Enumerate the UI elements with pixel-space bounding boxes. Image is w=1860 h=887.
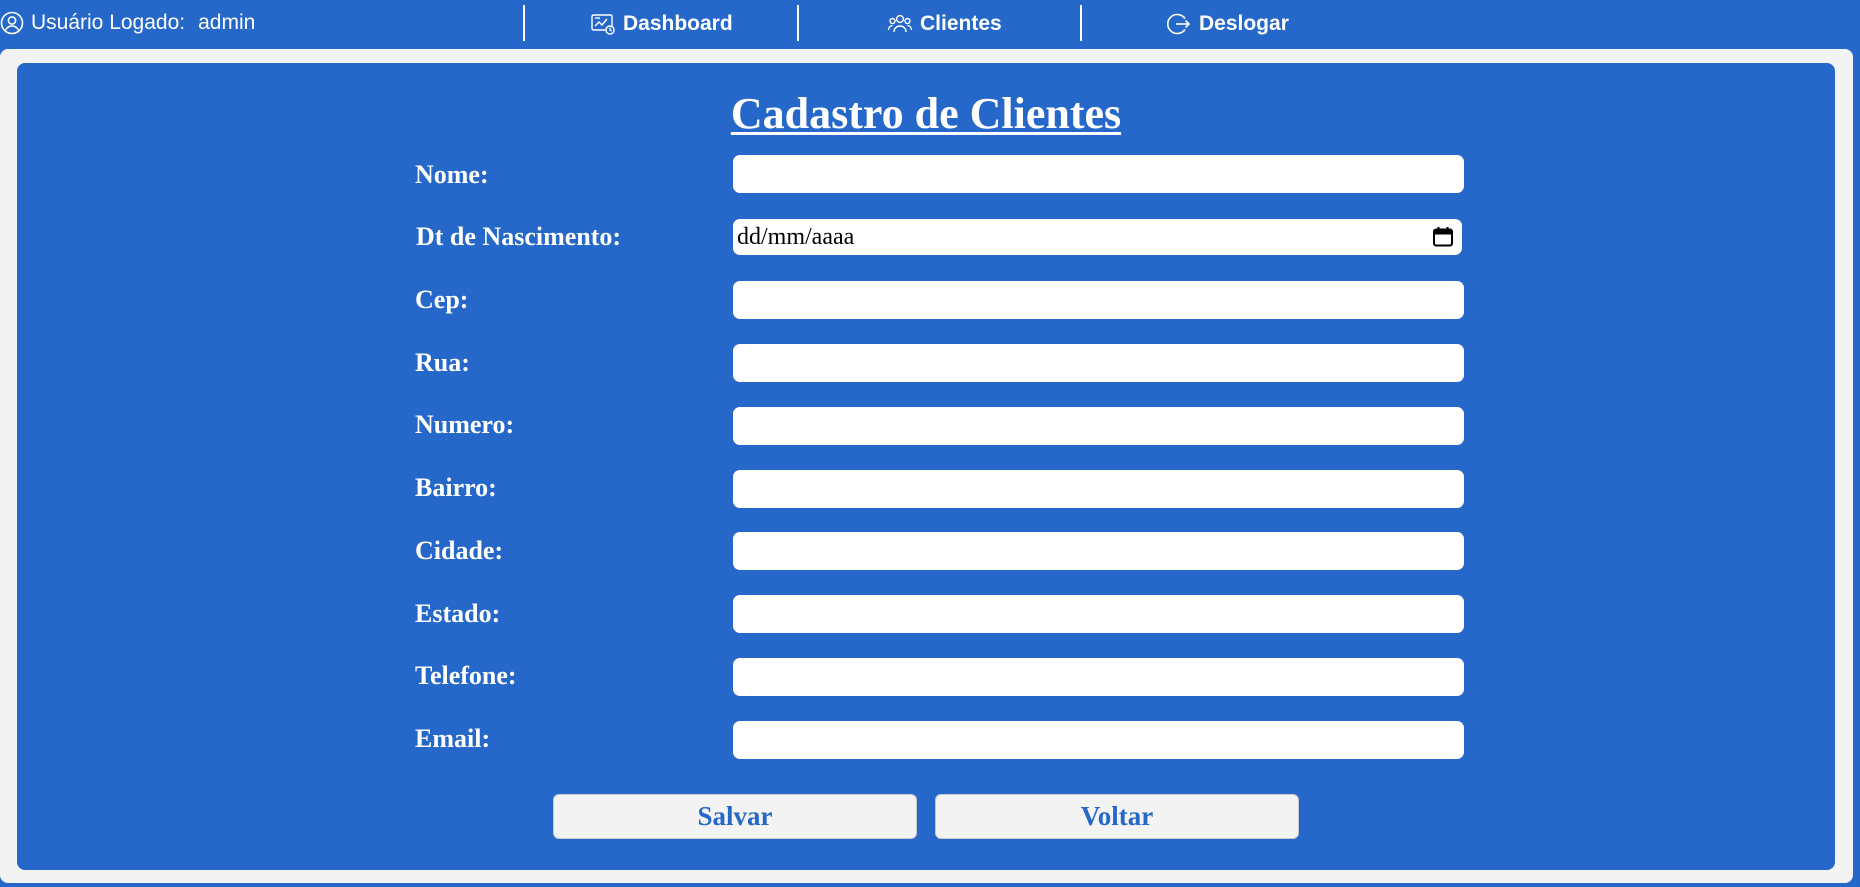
nome-input[interactable]: [733, 155, 1464, 193]
nav-dashboard-label: Dashboard: [623, 12, 733, 35]
page-frame: Cadastro de Clientes Nome: Dt de Nascime…: [0, 49, 1853, 883]
dashboard-icon: [590, 11, 616, 37]
telefone-input[interactable]: [733, 658, 1464, 696]
bairro-input[interactable]: [733, 470, 1464, 508]
calendar-icon[interactable]: [1432, 226, 1454, 248]
date-placeholder: dd/mm/aaaa: [737, 223, 855, 250]
form-panel: Cadastro de Clientes Nome: Dt de Nascime…: [17, 63, 1835, 870]
username: admin: [198, 11, 256, 34]
rua-label: Rua:: [415, 348, 470, 377]
nav-divider: [797, 5, 799, 41]
telefone-label: Telefone:: [415, 661, 517, 690]
back-button[interactable]: Voltar: [935, 794, 1299, 839]
user-icon: [0, 11, 24, 35]
dt-nascimento-label: Dt de Nascimento:: [416, 222, 622, 251]
cidade-label: Cidade:: [415, 536, 504, 565]
logged-user-info: Usuário Logado: admin: [0, 11, 255, 35]
users-icon: [887, 11, 913, 37]
cep-input[interactable]: [733, 281, 1464, 319]
user-label: Usuário Logado:: [31, 11, 186, 34]
top-nav-bar: Usuário Logado: admin Dashboard Clientes…: [0, 0, 1860, 46]
nav-clientes-label: Clientes: [920, 12, 1002, 35]
email-input[interactable]: [733, 721, 1464, 759]
nome-label: Nome:: [415, 160, 489, 189]
page-title: Cadastro de Clientes: [730, 89, 1122, 138]
dt-nascimento-input[interactable]: dd/mm/aaaa: [733, 219, 1462, 255]
nav-dashboard[interactable]: Dashboard: [590, 11, 733, 37]
logout-icon: [1166, 11, 1192, 37]
cidade-input[interactable]: [733, 532, 1464, 570]
estado-label: Estado:: [415, 599, 501, 628]
estado-input[interactable]: [733, 595, 1464, 633]
numero-label: Numero:: [415, 410, 515, 439]
nav-deslogar-label: Deslogar: [1199, 12, 1289, 35]
bairro-label: Bairro:: [415, 473, 497, 502]
nav-divider: [1080, 5, 1082, 41]
email-label: Email:: [415, 724, 491, 753]
nav-clientes[interactable]: Clientes: [887, 11, 1002, 37]
numero-input[interactable]: [733, 407, 1464, 445]
nav-deslogar[interactable]: Deslogar: [1166, 11, 1289, 37]
nav-divider: [523, 5, 525, 41]
cep-label: Cep:: [415, 285, 469, 314]
rua-input[interactable]: [733, 344, 1464, 382]
save-button[interactable]: Salvar: [553, 794, 917, 839]
